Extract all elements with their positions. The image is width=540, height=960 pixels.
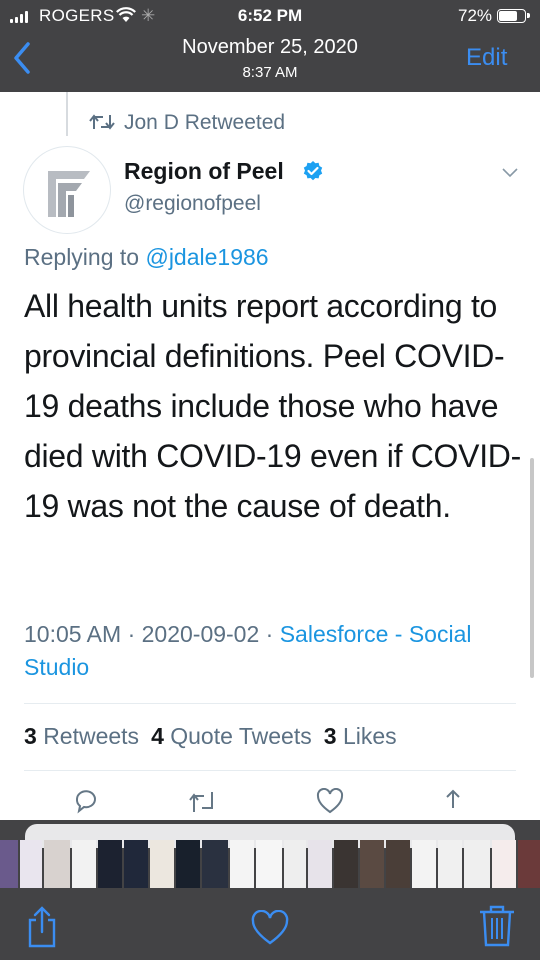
photo-thumbnail[interactable]: [150, 840, 174, 888]
avatar[interactable]: [23, 146, 111, 234]
thumbnail-strip[interactable]: [0, 840, 540, 888]
photo-thumbnail[interactable]: [464, 840, 490, 888]
tweet-actions: [0, 788, 540, 818]
reply-mention-link[interactable]: @jdale1986: [145, 244, 268, 270]
trash-icon[interactable]: [478, 904, 516, 948]
share-tweet-icon[interactable]: [440, 788, 466, 814]
likes-stat[interactable]: 3 Likes: [324, 723, 397, 749]
photo-thumbnail[interactable]: [230, 840, 254, 888]
replying-to-label: Replying to: [24, 244, 146, 270]
tweet-metadata: 10:05 AM · 2020-09-02 · Salesforce - Soc…: [24, 618, 484, 684]
tweet-screenshot: Jon D Retweeted Region of Peel @regionof…: [0, 92, 540, 820]
photo-thumbnail[interactable]: [44, 840, 70, 888]
region-of-peel-logo: [42, 168, 94, 217]
photo-thumbnail[interactable]: [202, 840, 228, 888]
tweet-text: All health units report according to pro…: [24, 288, 521, 524]
photo-thumbnail[interactable]: [124, 840, 148, 888]
quotes-stat[interactable]: 4 Quote Tweets: [151, 723, 312, 749]
verified-badge-icon: [303, 161, 323, 181]
like-icon[interactable]: [316, 788, 344, 814]
photo-thumbnail[interactable]: [176, 840, 200, 888]
battery-percentage: 72%: [458, 6, 493, 25]
photo-thumbnail[interactable]: [256, 840, 282, 888]
tweet-timestamp[interactable]: 10:05 AM · 2020-09-02 ·: [24, 621, 280, 647]
divider: [24, 770, 516, 771]
photos-top-bar: ROGERS ✳ 6:52 PM 72% November 25, 2020 8…: [0, 0, 540, 92]
photo-thumbnail[interactable]: [492, 840, 516, 888]
scrollbar[interactable]: [530, 458, 534, 678]
thread-line: [66, 92, 68, 136]
heart-icon[interactable]: [250, 910, 290, 946]
divider: [24, 703, 516, 704]
tweet-stats: 3 Retweets 4 Quote Tweets 3 Likes: [24, 723, 397, 750]
status-bar: ROGERS ✳ 6:52 PM 72%: [0, 0, 540, 32]
retweeted-by-label: Jon D Retweeted: [124, 111, 286, 134]
photo-thumbnail[interactable]: [20, 840, 42, 888]
photo-thumbnail[interactable]: [438, 840, 462, 888]
quotes-count: 4: [151, 723, 164, 749]
replying-to-line: Replying to @jdale1986: [24, 244, 269, 271]
retweet-action-icon[interactable]: [188, 788, 218, 814]
likes-label: Likes: [342, 723, 397, 749]
author-handle[interactable]: @regionofpeel: [124, 192, 261, 216]
likes-count: 3: [323, 723, 337, 749]
share-icon[interactable]: [24, 906, 60, 948]
photos-bottom-bar: [0, 820, 540, 960]
author-name[interactable]: Region of Peel: [124, 158, 284, 185]
photo-thumbnail[interactable]: [412, 840, 436, 888]
retweets-label: Retweets: [43, 723, 140, 749]
photo-thumbnail[interactable]: [386, 840, 410, 888]
battery-icon: [497, 9, 530, 23]
photo-thumbnail[interactable]: [284, 840, 306, 888]
quotes-label: Quote Tweets: [170, 723, 312, 749]
retweets-count: 3: [24, 723, 37, 749]
photo-time: 8:37 AM: [242, 64, 298, 81]
retweet-icon: [89, 114, 115, 130]
photo-thumbnail[interactable]: [98, 840, 122, 888]
edit-button[interactable]: Edit: [466, 44, 507, 72]
photo-thumbnail[interactable]: [334, 840, 358, 888]
photo-thumbnail[interactable]: [518, 840, 540, 888]
chevron-down-icon[interactable]: [500, 166, 520, 180]
photo-thumbnail[interactable]: [308, 840, 332, 888]
retweets-stat[interactable]: 3 Retweets: [24, 723, 139, 749]
photo-thumbnail[interactable]: [72, 840, 96, 888]
reply-icon[interactable]: [73, 788, 99, 814]
photo-thumbnail[interactable]: [360, 840, 384, 888]
photo-thumbnail[interactable]: [0, 840, 18, 888]
photo-date: November 25, 2020: [182, 36, 358, 58]
